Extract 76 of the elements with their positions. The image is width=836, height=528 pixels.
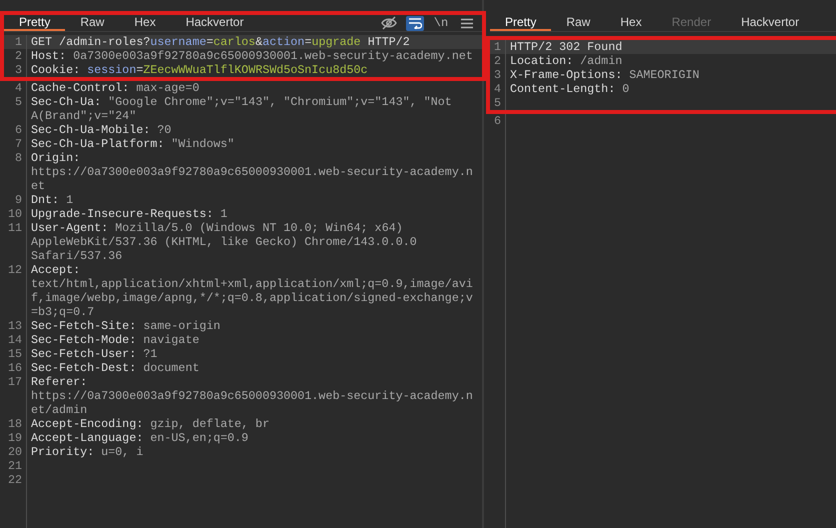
line-number: 6 <box>14 123 22 137</box>
line-number: 4 <box>494 82 501 96</box>
code-line: f,image/webp,image/apng,*/*;q=0.8,application/signed-exchange;v <box>31 291 473 305</box>
line-number: 8 <box>14 151 22 165</box>
code-line: Accept-Language: en-US,en;q=0.9 <box>31 431 248 445</box>
code-line: Origin: <box>31 151 80 165</box>
line-number: 6 <box>494 114 501 128</box>
line-number: 19 <box>8 431 22 445</box>
tab[interactable]: Pretty <box>4 15 66 31</box>
code-line: AppleWebKit/537.36 (KHTML, like Gecko) Chrome/143.0.0.0 <box>31 235 417 249</box>
line-number: 3 <box>494 68 501 82</box>
tab[interactable]: Raw <box>551 15 606 31</box>
line-number: 4 <box>14 81 22 95</box>
line-number: 16 <box>8 361 22 375</box>
code-line: Host: 0a7300e003a9f92780a9c65000930001.web-security-academy.net <box>31 49 473 63</box>
line-number: 22 <box>8 473 22 487</box>
line-number: 13 <box>8 319 22 333</box>
line-number: 10 <box>8 207 22 221</box>
line-number: 3 <box>14 63 22 77</box>
tab[interactable]: Hex <box>119 15 171 31</box>
line-number: 2 <box>14 49 22 63</box>
code-line: Content-Length: 0 <box>510 82 630 96</box>
code-line: GET /admin-roles?username=carlos&action=upgrade HTTP/2 <box>31 35 410 49</box>
line-number: 21 <box>8 459 22 473</box>
tab[interactable]: Raw <box>65 15 120 31</box>
code-line: Sec-Ch-Ua-Mobile: ?0 <box>31 123 172 137</box>
wrap-toggle-button[interactable] <box>406 16 424 30</box>
code-line: Sec-Fetch-Dest: document <box>31 361 200 375</box>
tab[interactable]: Hackvertor <box>170 15 259 31</box>
code-line: A(Brand";v="24" <box>31 109 136 123</box>
line-number: 15 <box>8 347 22 361</box>
code-line: Upgrade-Insecure-Requests: 1 <box>31 207 228 221</box>
tab[interactable]: Hackvertor <box>726 15 814 31</box>
line-number: 5 <box>14 95 22 109</box>
code-line: https://0a7300e003a9f92780a9c65000930001.web-security-academy.n <box>31 389 473 403</box>
code-line: text/html,application/xhtml+xml,application/xml;q=0.9,image/avi <box>31 277 473 291</box>
code-line: Referer: <box>31 375 88 389</box>
text-wrap-icon <box>408 17 422 29</box>
line-number: 11 <box>8 221 22 235</box>
code-line: Accept: <box>31 263 80 277</box>
eye-slash-icon <box>381 16 397 30</box>
line-number: 17 <box>8 375 22 389</box>
code-line: Sec-Fetch-User: ?1 <box>31 347 158 361</box>
code-line: Cookie: session=ZEecwWWuaTlflKOWRSWd5oSnIcu8d50c <box>31 63 368 77</box>
code-line: Sec-Fetch-Mode: navigate <box>31 333 200 347</box>
code-line: Dnt: 1 <box>31 193 74 207</box>
code-line: Location: /admin <box>510 54 622 68</box>
code-line: Priority: u=0, i <box>31 445 144 459</box>
line-number: 5 <box>494 96 501 110</box>
line-number: 20 <box>8 445 22 459</box>
hide-toggle-button[interactable] <box>380 16 398 30</box>
line-number: 2 <box>494 54 501 68</box>
code-line: https://0a7300e003a9f92780a9c65000930001.web-security-academy.n <box>31 165 473 179</box>
line-number: 1 <box>494 40 501 54</box>
code-line: et <box>31 179 46 193</box>
line-number: 18 <box>8 417 22 431</box>
code-line: Safari/537.36 <box>31 249 122 263</box>
code-line: Sec-Ch-Ua: "Google Chrome";v="143", "Chromium";v="143", "Not <box>31 95 452 109</box>
code-line: HTTP/2 302 Found <box>510 40 622 54</box>
code-line: Sec-Ch-Ua-Platform: "Windows" <box>31 137 234 151</box>
code-line: User-Agent: Mozilla/5.0 (Windows NT 10.0; Win64; x64) <box>31 221 403 235</box>
line-number: 12 <box>8 263 22 277</box>
tab[interactable]: Pretty <box>490 15 552 31</box>
code-line: Sec-Fetch-Site: same-origin <box>31 319 220 333</box>
tab[interactable]: Hex <box>605 15 657 31</box>
code-line: Cache-Control: max-age=0 <box>31 81 200 95</box>
code-line: =b3;q=0.7 <box>31 305 94 319</box>
code-line: X-Frame-Options: SAMEORIGIN <box>510 68 700 82</box>
line-number: 14 <box>8 333 22 347</box>
code-line: et/admin <box>31 403 88 417</box>
line-number: 9 <box>14 193 22 207</box>
newline-toggle-button[interactable]: \n <box>432 16 450 30</box>
line-number: 1 <box>14 35 22 49</box>
menu-icon <box>461 18 473 28</box>
line-number: 7 <box>14 137 22 151</box>
code-line: Accept-Encoding: gzip, deflate, br <box>31 417 270 431</box>
